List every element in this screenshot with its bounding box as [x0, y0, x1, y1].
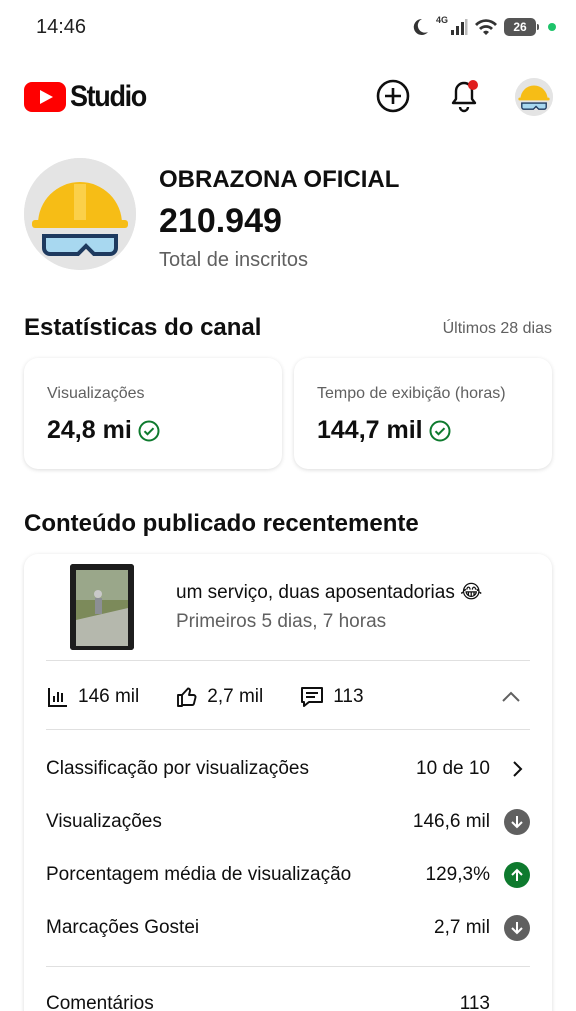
divider	[46, 966, 530, 967]
detail-row-avg-percentage: Porcentagem média de visualização 129,3%	[46, 860, 530, 890]
check-circle-icon	[429, 420, 451, 441]
detail-value: 2,7 mil	[434, 917, 490, 938]
divider	[46, 660, 530, 661]
detail-label: Marcações Gostei	[46, 917, 200, 938]
comments-metric: 113	[299, 685, 364, 709]
subscriber-label: Total de inscritos	[159, 249, 308, 271]
add-circle-icon	[376, 79, 410, 113]
stat-label: Tempo de exibição (horas)	[317, 385, 506, 402]
likes-metric: 2,7 mil	[175, 685, 263, 709]
notifications-button[interactable]	[444, 76, 484, 116]
video-thumbnail-image	[70, 564, 134, 650]
subscriber-count: 210.949	[159, 202, 282, 240]
detail-row-ranking[interactable]: Classificação por visualizações 10 de 10	[46, 754, 530, 784]
stat-value: 24,8 mi	[47, 416, 160, 445]
moon-icon	[413, 18, 428, 35]
detail-label: Comentários	[46, 993, 154, 1011]
arrow-down-icon	[504, 809, 530, 835]
video-title[interactable]: um serviço, duas aposentadorias 😂	[176, 581, 482, 604]
recent-video-card: um serviço, duas aposentadorias 😂 Primei…	[24, 554, 552, 1011]
views-stat-card[interactable]: Visualizações 24,8 mi	[24, 358, 282, 469]
status-bar: 14:46 4G 26	[0, 0, 576, 52]
likes-value: 2,7 mil	[207, 686, 264, 707]
recent-content-title: Conteúdo publicado recentemente	[24, 510, 419, 537]
arrow-down-icon	[504, 915, 530, 941]
channel-avatar	[24, 158, 136, 270]
stat-value-text: 144,7 mil	[317, 416, 423, 444]
bell-icon	[451, 80, 478, 113]
chevron-up-icon	[502, 691, 520, 702]
thumbs-up-icon	[177, 687, 197, 707]
comments-value: 113	[333, 686, 364, 707]
views-metric: 146 mil	[46, 685, 139, 709]
detail-value: 113	[459, 993, 490, 1011]
logo-text: Studio	[70, 80, 147, 113]
stat-value: 144,7 mil	[317, 416, 451, 445]
arrow-up-icon	[504, 862, 530, 888]
privacy-dot	[548, 23, 556, 31]
channel-stats-title: Estatísticas do canal	[24, 314, 262, 341]
signal-icon	[451, 19, 468, 35]
watch-time-stat-card[interactable]: Tempo de exibição (horas) 144,7 mil	[294, 358, 552, 469]
stats-period: Últimos 28 dias	[442, 320, 552, 337]
comment-icon	[301, 687, 324, 707]
detail-row-comments: Comentários 113	[46, 989, 530, 1011]
app-bar: Studio	[0, 70, 576, 122]
youtube-studio-logo[interactable]: Studio	[24, 80, 154, 114]
video-thumbnail[interactable]	[70, 564, 134, 650]
detail-label: Classificação por visualizações	[46, 758, 309, 779]
channel-header: OBRAZONA OFICIAL 210.949 Total de inscri…	[24, 158, 552, 273]
detail-value: 146,6 mil	[412, 811, 490, 832]
chevron-right-icon	[504, 756, 530, 782]
detail-row-views: Visualizações 146,6 mil	[46, 807, 530, 837]
network-label: 4G	[435, 15, 448, 25]
check-circle-icon	[138, 420, 160, 441]
detail-value: 129,3%	[425, 864, 490, 885]
divider	[46, 729, 530, 730]
stat-label: Visualizações	[47, 385, 145, 402]
bar-chart-icon	[48, 688, 67, 707]
youtube-play-icon	[24, 82, 66, 112]
stat-value-text: 24,8 mi	[47, 416, 132, 444]
detail-label: Visualizações	[46, 811, 162, 832]
hard-hat-avatar-icon	[24, 158, 136, 270]
channel-name: OBRAZONA OFICIAL	[159, 166, 400, 193]
video-metrics-row: 146 mil 2,7 mil 113	[46, 680, 530, 714]
views-value: 146 mil	[78, 686, 140, 707]
collapse-button[interactable]	[498, 684, 524, 710]
account-avatar[interactable]	[515, 78, 553, 116]
detail-row-likes: Marcações Gostei 2,7 mil	[46, 913, 530, 943]
status-icons: 4G 26	[410, 14, 556, 40]
hard-hat-avatar-icon	[515, 78, 553, 116]
battery-indicator: 26	[504, 18, 539, 36]
detail-label: Porcentagem média de visualização	[46, 864, 352, 885]
status-time: 14:46	[36, 16, 87, 38]
video-period: Primeiros 5 dias, 7 horas	[176, 611, 387, 632]
create-button[interactable]	[373, 76, 413, 116]
detail-value: 10 de 10	[416, 758, 490, 779]
wifi-icon	[475, 19, 497, 35]
